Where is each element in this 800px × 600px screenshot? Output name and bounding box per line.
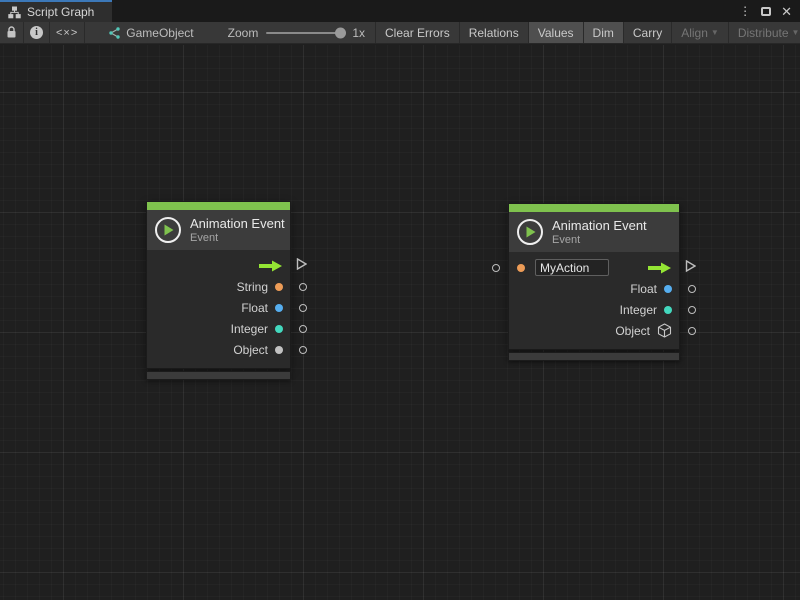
node-main: Animation Event Event String (146, 201, 291, 369)
lock-button[interactable] (0, 22, 24, 43)
object-cube-icon (657, 323, 672, 338)
tab-title: Script Graph (27, 5, 94, 19)
flow-arrow-icon (648, 262, 672, 274)
graph-toolbar: i <×> GameObject Zoom 1x Clear Errors Re… (0, 22, 800, 44)
distribute-button[interactable]: Distribute ▼ (729, 22, 800, 43)
event-play-icon (517, 219, 543, 245)
output-row-object: Object (147, 339, 290, 360)
flow-arrow-icon (259, 260, 283, 272)
maximize-icon[interactable] (761, 7, 771, 16)
node-body: String Float Integer Object (147, 250, 290, 368)
distribute-label: Distribute (738, 26, 789, 40)
node-footer (508, 352, 680, 361)
inspect-button[interactable]: i (24, 22, 50, 43)
clear-errors-button[interactable]: Clear Errors (375, 22, 460, 43)
title-bar: Script Graph ⋮ ✕ (0, 0, 800, 22)
node-subtitle: Event (190, 232, 285, 244)
code-icon: <×> (56, 27, 78, 39)
event-name-input-row (509, 257, 679, 278)
integer-type-dot (664, 306, 672, 314)
event-play-icon (155, 217, 181, 243)
output-row-object: Object (509, 320, 679, 341)
float-type-dot (664, 285, 672, 293)
string-type-dot (517, 264, 525, 272)
graph-tree-icon (8, 6, 21, 19)
zoom-value: 1x (352, 26, 365, 40)
node-titles: Animation Event Event (552, 218, 647, 246)
relations-button[interactable]: Relations (460, 22, 529, 43)
align-button[interactable]: Align ▼ (672, 22, 729, 43)
zoom-label: Zoom (228, 26, 259, 40)
align-label: Align (681, 26, 708, 40)
window-controls: ⋮ ✕ (739, 0, 800, 22)
graph-canvas[interactable]: Animation Event Event String (0, 45, 800, 600)
graph-target: GameObject (107, 22, 193, 43)
animation-event-node-2[interactable]: Animation Event Event (508, 203, 680, 361)
object-type-dot (275, 346, 283, 354)
event-name-input-port[interactable] (492, 264, 500, 272)
chevron-down-icon: ▼ (711, 28, 719, 37)
info-icon: i (30, 26, 43, 39)
output-label: Object (615, 324, 650, 338)
integer-output-port[interactable] (688, 306, 696, 314)
node-footer (146, 371, 291, 380)
integer-output-port[interactable] (299, 325, 307, 333)
float-type-dot (275, 304, 283, 312)
zoom-slider[interactable] (266, 32, 344, 34)
float-output-port[interactable] (299, 304, 307, 312)
output-label: Integer (620, 303, 657, 317)
chevron-down-icon: ▼ (792, 28, 800, 37)
output-row-float: Float (147, 297, 290, 318)
flow-output-row (147, 255, 290, 276)
event-name-field[interactable] (535, 259, 609, 276)
zoom-control: Zoom 1x (228, 22, 365, 43)
dim-button[interactable]: Dim (584, 22, 624, 43)
node-title: Animation Event (190, 216, 285, 231)
node-title: Animation Event (552, 218, 647, 233)
string-type-dot (275, 283, 283, 291)
object-output-port[interactable] (688, 327, 696, 335)
object-output-port[interactable] (299, 346, 307, 354)
output-row-float: Float (509, 278, 679, 299)
node-body: Float Integer Object (509, 252, 679, 349)
node-header[interactable]: Animation Event Event (147, 210, 290, 250)
node-titles: Animation Event Event (190, 216, 285, 244)
script-graph-icon (107, 27, 121, 39)
zoom-slider-handle[interactable] (335, 27, 346, 38)
output-label: Integer (231, 322, 268, 336)
close-icon[interactable]: ✕ (781, 5, 792, 18)
output-label: String (237, 280, 268, 294)
string-output-port[interactable] (299, 283, 307, 291)
carry-button[interactable]: Carry (624, 22, 672, 43)
output-row-string: String (147, 276, 290, 297)
output-label: Object (233, 343, 268, 357)
titlebar-spacer (112, 0, 739, 22)
animation-event-node-1[interactable]: Animation Event Event String (146, 201, 291, 380)
graph-target-label: GameObject (126, 26, 193, 40)
output-row-integer: Integer (509, 299, 679, 320)
node-header[interactable]: Animation Event Event (509, 212, 679, 252)
flow-output-port[interactable] (296, 257, 307, 275)
values-button[interactable]: Values (529, 22, 584, 43)
output-label: Float (241, 301, 268, 315)
code-preview-button[interactable]: <×> (50, 22, 85, 43)
float-output-port[interactable] (688, 285, 696, 293)
integer-type-dot (275, 325, 283, 333)
node-subtitle: Event (552, 234, 647, 246)
lock-icon (6, 26, 17, 39)
window-menu-icon[interactable]: ⋮ (739, 5, 751, 17)
node-main: Animation Event Event (508, 203, 680, 350)
tab-script-graph[interactable]: Script Graph (0, 0, 112, 22)
node-color-bar (509, 204, 679, 212)
node-color-bar (147, 202, 290, 210)
output-label: Float (630, 282, 657, 296)
output-row-integer: Integer (147, 318, 290, 339)
flow-output-port[interactable] (685, 259, 696, 277)
